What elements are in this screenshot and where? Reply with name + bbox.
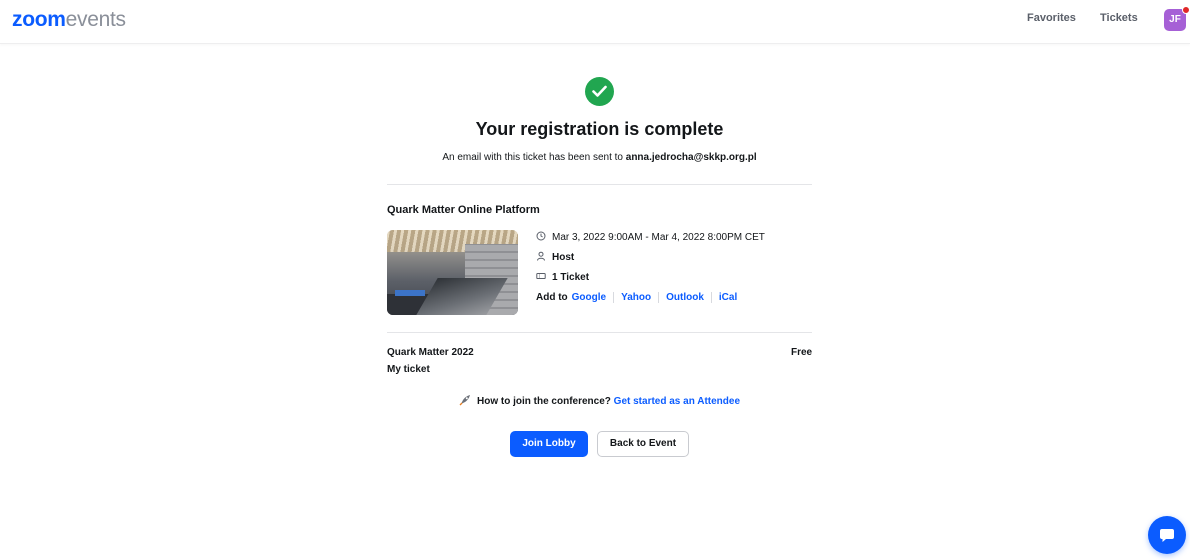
divider — [387, 332, 812, 333]
zoom-events-logo[interactable]: zoomevents — [12, 9, 126, 31]
ticket-price: Free — [791, 347, 813, 358]
registered-email: anna.jedrocha@skkp.org.pl — [625, 152, 757, 163]
event-date: Mar 3, 2022 9:00AM - Mar 4, 2022 8:00PM … — [552, 232, 765, 243]
ticket-name: Quark Matter 2022 — [387, 347, 474, 358]
add-to-yahoo-link[interactable]: Yahoo — [613, 292, 659, 303]
favorites-link[interactable]: Favorites — [1027, 12, 1076, 24]
event-date-row: Mar 3, 2022 9:00AM - Mar 4, 2022 8:00PM … — [536, 231, 765, 245]
event-name: Quark Matter Online Platform — [387, 204, 540, 216]
clock-icon — [536, 231, 546, 241]
host-label: Host — [552, 252, 575, 263]
event-ticket-row: 1 Ticket — [536, 271, 589, 285]
event-host-row: Host — [536, 251, 574, 265]
logo-product: events — [65, 8, 126, 31]
how-to-join-question: How to join the conference? — [476, 396, 611, 407]
add-to-google-link[interactable]: Google — [568, 292, 613, 303]
chat-bubble-icon — [1160, 529, 1174, 542]
add-to-ical-link[interactable]: iCal — [710, 292, 745, 303]
add-to-outlook-link[interactable]: Outlook — [658, 292, 711, 303]
chat-support-button[interactable] — [1148, 516, 1186, 554]
top-bar: zoomevents Favorites Tickets JF — [0, 0, 1190, 44]
ticket-count: 1 Ticket — [552, 272, 590, 283]
logo-brand: zoom — [12, 8, 66, 31]
person-icon — [537, 251, 545, 261]
page-title: Your registration is complete — [475, 119, 724, 139]
how-to-join: How to join the conference? Get started … — [0, 394, 1190, 407]
rocket-icon — [459, 395, 470, 406]
event-thumbnail — [387, 230, 518, 315]
tickets-link[interactable]: Tickets — [1100, 12, 1138, 24]
subtitle-prefix: An email with this ticket has been sent … — [442, 152, 623, 163]
ticket-icon — [536, 273, 546, 279]
confirmation-subtitle: An email with this ticket has been sent … — [0, 152, 1190, 163]
divider — [387, 184, 812, 185]
get-started-attendee-link[interactable]: Get started as an Attendee — [614, 396, 740, 407]
back-to-event-button[interactable]: Back to Event — [597, 431, 689, 457]
add-to-label: Add to — [536, 292, 568, 303]
check-circle-icon — [585, 77, 614, 106]
add-to-calendar-row: Add to Google Yahoo Outlook iCal — [536, 291, 745, 305]
ticket-type: My ticket — [387, 364, 430, 375]
join-lobby-button[interactable]: Join Lobby — [510, 431, 588, 457]
notification-dot — [1182, 6, 1190, 14]
